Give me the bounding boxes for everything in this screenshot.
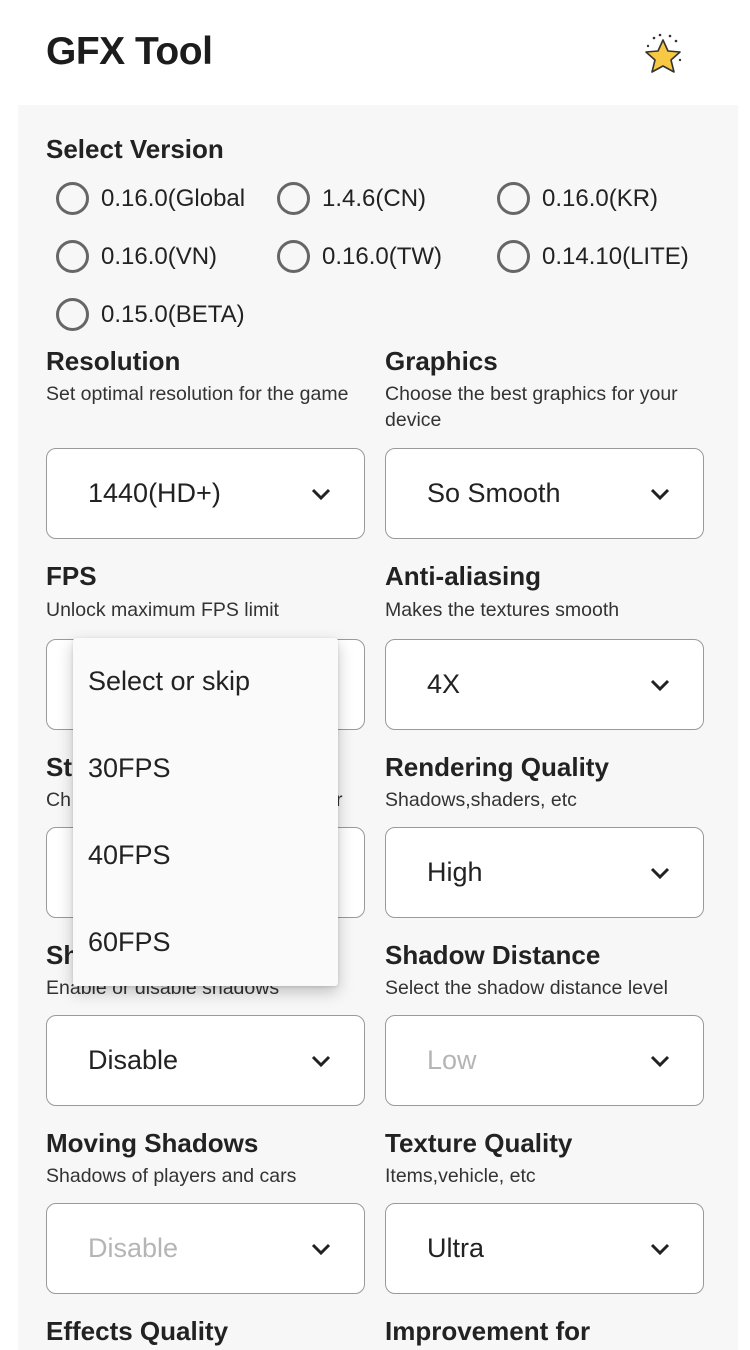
texture-label: Texture Quality [385, 1128, 573, 1158]
select-value: Disable [88, 1045, 179, 1075]
app-header: GFX Tool [0, 0, 750, 105]
radio-circle-icon [497, 240, 530, 273]
resolution-select[interactable]: 1440(HD+) [46, 448, 365, 539]
antialiasing-select[interactable]: 4X [385, 639, 704, 730]
shadow-distance-desc: Select the shadow distance level [385, 977, 668, 999]
style-label: St [46, 752, 72, 782]
chevron-down-icon [650, 1243, 670, 1256]
moving-shadows-select[interactable]: Disable [46, 1203, 365, 1294]
moving-shadows-desc: Shadows of players and cars [46, 1165, 297, 1187]
graphics-label: Graphics [385, 346, 498, 376]
radio-label: 0.16.0(Global [101, 184, 246, 212]
fps-option-40[interactable]: 40FPS [88, 840, 171, 871]
select-version-label: Select Version [46, 134, 224, 164]
texture-select[interactable]: Ultra [385, 1203, 704, 1294]
select-value: So Smooth [427, 478, 561, 508]
select-value: 1440(HD+) [88, 478, 221, 508]
version-radio-kr[interactable]: 0.16.0(KR) [497, 182, 658, 215]
rendering-desc: Shadows,shaders, etc [385, 789, 577, 811]
chevron-down-icon [311, 488, 331, 501]
radio-circle-icon [497, 182, 530, 215]
fps-option-60[interactable]: 60FPS [88, 927, 171, 958]
radio-label: 1.4.6(CN) [322, 184, 427, 212]
select-value: 4X [427, 669, 461, 699]
fps-option-30[interactable]: 30FPS [88, 753, 171, 784]
radio-circle-icon [56, 182, 89, 215]
version-radio-lite[interactable]: 0.14.10(LITE) [497, 240, 689, 273]
version-radio-beta[interactable]: 0.15.0(BETA) [56, 298, 245, 331]
texture-desc: Items,vehicle, etc [385, 1165, 536, 1187]
rendering-label: Rendering Quality [385, 752, 609, 782]
fps-option-select-or-skip[interactable]: Select or skip [88, 666, 250, 697]
fps-desc: Unlock maximum FPS limit [46, 599, 279, 621]
rendering-select[interactable]: High [385, 827, 704, 918]
graphics-select[interactable]: So Smooth [385, 448, 704, 539]
page-title: GFX Tool [46, 30, 213, 73]
radio-label: 0.14.10(LITE) [542, 242, 689, 270]
fps-dropdown-menu: Select or skip 30FPS 40FPS 60FPS [73, 638, 338, 986]
resolution-label: Resolution [46, 346, 181, 376]
shadow-distance-label: Shadow Distance [385, 940, 601, 970]
select-value: Disable [88, 1233, 179, 1263]
star-icon[interactable] [640, 32, 686, 78]
version-radio-tw[interactable]: 0.16.0(TW) [277, 240, 442, 273]
version-radio-vn[interactable]: 0.16.0(VN) [56, 240, 217, 273]
style-desc-end: r [336, 789, 343, 811]
radio-circle-icon [56, 240, 89, 273]
shadows-select[interactable]: Disable [46, 1015, 365, 1106]
version-radio-cn[interactable]: 1.4.6(CN) [277, 182, 426, 215]
chevron-down-icon [650, 488, 670, 501]
version-radio-global[interactable]: 0.16.0(Global [56, 182, 245, 215]
effects-label: Effects Quality [46, 1316, 229, 1346]
radio-circle-icon [277, 182, 310, 215]
antialiasing-label: Anti-aliasing [385, 561, 542, 591]
chevron-down-icon [650, 679, 670, 692]
radio-circle-icon [56, 298, 89, 331]
graphics-desc: Choose the best graphics for your device [385, 383, 678, 431]
select-value: High [427, 857, 483, 887]
chevron-down-icon [650, 867, 670, 880]
improvement-label: Improvement for [385, 1316, 591, 1346]
antialiasing-desc: Makes the textures smooth [385, 599, 620, 621]
chevron-down-icon [311, 1055, 331, 1068]
radio-label: 0.16.0(TW) [322, 242, 443, 270]
resolution-desc: Set optimal resolution for the game [46, 383, 349, 405]
fps-label: FPS [46, 561, 97, 591]
select-value: Ultra [427, 1233, 485, 1263]
chevron-down-icon [650, 1055, 670, 1068]
select-value: Low [427, 1045, 477, 1075]
radio-circle-icon [277, 240, 310, 273]
moving-shadows-label: Moving Shadows [46, 1128, 259, 1158]
shadow-distance-select[interactable]: Low [385, 1015, 704, 1106]
radio-label: 0.16.0(KR) [542, 184, 659, 212]
radio-label: 0.16.0(VN) [101, 242, 218, 270]
chevron-down-icon [311, 1243, 331, 1256]
radio-label: 0.15.0(BETA) [101, 300, 245, 328]
